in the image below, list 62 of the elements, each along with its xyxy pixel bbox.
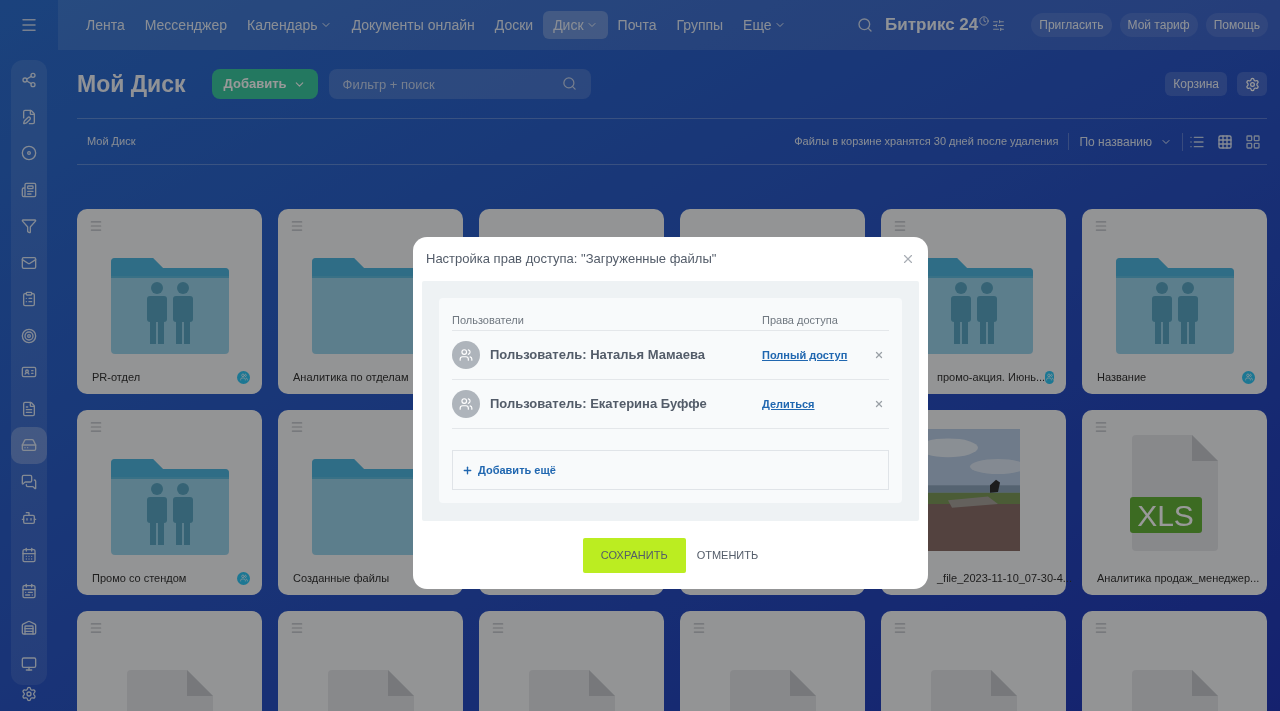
gear-icon <box>1244 76 1260 92</box>
user-avatar <box>452 341 480 369</box>
cancel-button[interactable]: ОТМЕНИТЬ <box>696 537 759 573</box>
shared-icon <box>1045 370 1054 384</box>
drag-handle-icon[interactable] <box>692 621 706 635</box>
trash-note: Файлы в корзине хранятся 30 дней после удаления <box>794 133 1070 150</box>
shared-folder-icon <box>1115 258 1234 354</box>
file-name[interactable]: Название <box>1097 368 1242 386</box>
nav-tab[interactable]: Доски <box>484 11 544 39</box>
user-name: Пользователь: Екатерина Буффе <box>490 395 708 414</box>
shared-icon <box>237 571 250 585</box>
menu-button[interactable] <box>20 16 38 34</box>
remove-button[interactable] <box>874 399 884 409</box>
remove-button[interactable] <box>874 350 884 360</box>
nav-tab[interactable]: Документы онлайн <box>341 11 485 39</box>
user-name: Пользователь: Наталья Мамаева <box>490 346 706 365</box>
file-name[interactable]: Промо со стендом <box>92 569 237 587</box>
drag-handle-icon[interactable] <box>1094 420 1108 434</box>
drag-handle-icon[interactable] <box>290 621 304 635</box>
add-more-button[interactable]: Добавить ещё <box>452 450 889 490</box>
breadcrumb[interactable]: Мой Диск <box>87 133 136 150</box>
drag-handle-icon[interactable] <box>491 621 505 635</box>
file-card[interactable]: Название <box>1082 209 1267 394</box>
clock-icon <box>979 16 990 26</box>
page-title: Мой Диск <box>77 69 186 99</box>
sliders-icon[interactable] <box>992 18 1006 32</box>
plus-icon <box>462 464 473 476</box>
nav-tab[interactable]: Группы <box>666 11 734 39</box>
file-name[interactable]: PR-отдел <box>92 368 237 386</box>
close-button[interactable] <box>901 252 915 266</box>
access-link[interactable]: Полный доступ <box>762 346 874 364</box>
drag-handle-icon[interactable] <box>89 219 103 233</box>
settings-icon[interactable] <box>21 686 37 702</box>
file-card[interactable]: Промо со стендом <box>77 410 262 595</box>
file-name[interactable]: промо-акция. Июнь... <box>937 368 1046 386</box>
drag-handle-icon[interactable] <box>89 420 103 434</box>
search-icon[interactable] <box>857 17 874 33</box>
shared-icon <box>237 370 250 384</box>
file-card[interactable]: PR-отдел <box>77 209 262 394</box>
drag-handle-icon[interactable] <box>893 621 907 635</box>
drag-handle-icon[interactable] <box>89 621 103 635</box>
search-icon[interactable] <box>561 76 577 91</box>
drag-handle-icon[interactable] <box>1094 621 1108 635</box>
save-button[interactable]: СОХРАНИТЬ <box>582 537 686 573</box>
drag-handle-icon[interactable] <box>290 420 304 434</box>
shared-folder-icon <box>110 459 229 555</box>
shared-folder-icon <box>110 258 229 354</box>
drag-handle-icon[interactable] <box>290 219 304 233</box>
column-header: Права доступа <box>762 313 838 328</box>
logo: Битрикс 24 <box>885 14 979 37</box>
grid-view-icon[interactable] <box>1217 133 1233 150</box>
nav-tab[interactable]: Еще <box>733 11 796 39</box>
tile-view-icon[interactable] <box>1245 133 1261 150</box>
shared-icon <box>1242 370 1255 384</box>
user-avatar <box>452 390 480 418</box>
sort-dropdown[interactable]: По названию <box>1069 132 1183 151</box>
file-name[interactable]: Аналитика продаж_менеджер... <box>1097 569 1260 587</box>
access-link[interactable]: Делиться <box>762 395 874 413</box>
drag-handle-icon[interactable] <box>893 219 907 233</box>
drag-handle-icon[interactable] <box>1094 219 1108 233</box>
nav-tab[interactable]: Почта <box>607 11 667 39</box>
file-card[interactable]: XLS Аналитика продаж_менеджер... <box>1082 410 1267 595</box>
